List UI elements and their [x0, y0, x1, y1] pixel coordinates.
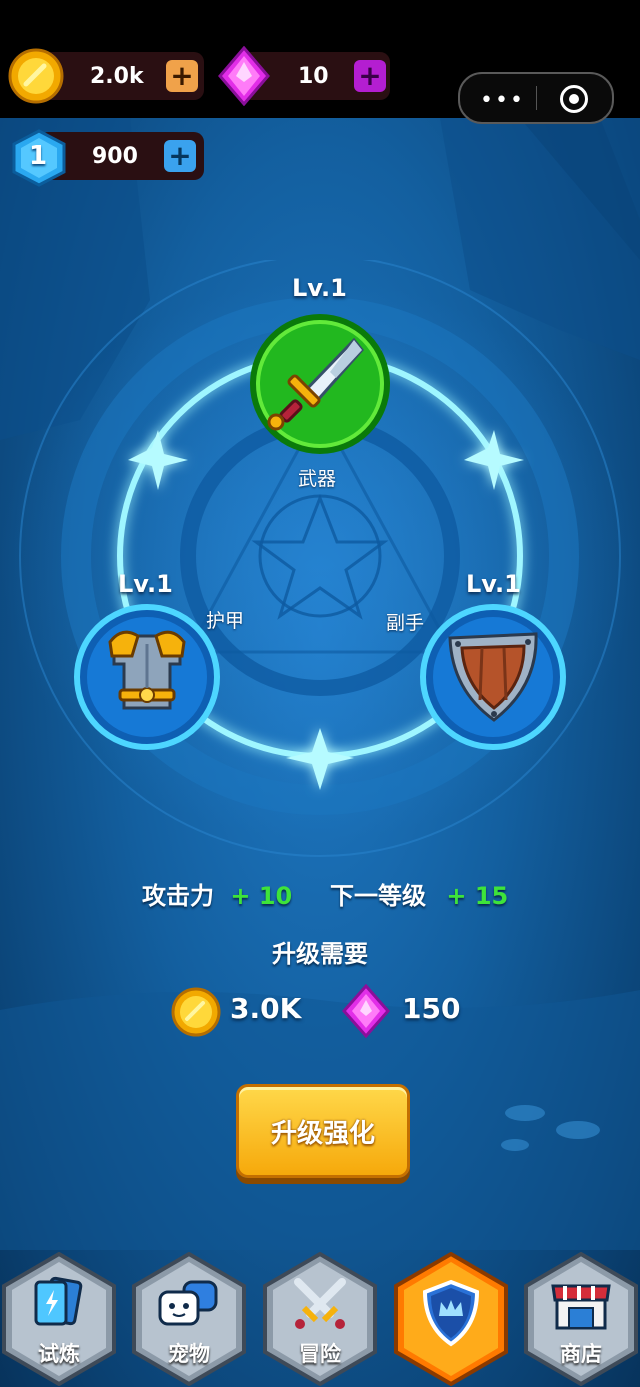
armor-slot[interactable] — [74, 604, 220, 750]
gem-cost: 150 — [402, 992, 461, 1025]
upgrade-requirement-label: 升级需要 — [272, 940, 368, 968]
armor-level: Lv.1 — [118, 570, 173, 598]
nav-adventure-label: 冒险 — [299, 1342, 341, 1366]
weapon-level: Lv.1 — [292, 274, 347, 302]
more-menu-button[interactable]: ••• — [480, 88, 525, 113]
crossed-swords-icon — [294, 1278, 346, 1329]
nav-shop[interactable]: 商店 — [522, 1252, 640, 1386]
offhand-slot[interactable] — [420, 604, 566, 750]
level-badge-number: 1 — [29, 141, 48, 171]
offhand-level: Lv.1 — [466, 570, 521, 598]
offhand-name: 副手 — [386, 612, 425, 634]
add-trophies-button[interactable]: + — [164, 140, 196, 172]
miniprogram-capsule: ••• — [458, 72, 614, 124]
upgrade-button[interactable]: 升级强化 — [236, 1084, 410, 1178]
nav-trial-label: 试炼 — [38, 1342, 80, 1366]
weapon-slot[interactable] — [246, 310, 394, 458]
nav-adventure[interactable]: 冒险 — [261, 1252, 379, 1386]
shop-icon — [551, 1284, 611, 1330]
gem-icon — [342, 984, 390, 1038]
add-gems-button[interactable]: + — [354, 60, 386, 92]
shield-crown-icon — [422, 1279, 480, 1347]
pet-icon — [158, 1280, 218, 1326]
nav-trial[interactable]: 试炼 — [0, 1252, 118, 1386]
next-level-label: 下一等级 — [330, 882, 426, 910]
nav-shop-label: 商店 — [560, 1342, 602, 1366]
armor-icon — [74, 604, 220, 750]
gold-coin-icon — [8, 48, 64, 104]
shield-icon — [420, 604, 566, 750]
attack-bonus: + 10 — [230, 882, 293, 910]
bottom-nav: 试炼 宠物 冒险 商店 — [0, 1248, 640, 1387]
gem-icon — [218, 46, 270, 106]
nav-pet[interactable]: 宠物 — [130, 1252, 248, 1386]
nav-equipment[interactable] — [392, 1252, 510, 1386]
trophy-value: 900 — [92, 143, 138, 169]
cards-icon — [34, 1276, 83, 1326]
gold-cost: 3.0K — [230, 992, 302, 1025]
upgrade-button-label: 升级强化 — [270, 1118, 375, 1149]
attack-stat: 攻击力 + 10 — [142, 876, 292, 911]
attack-label: 攻击力 — [142, 882, 214, 910]
sword-icon — [250, 314, 390, 454]
next-level-bonus: + 15 — [446, 882, 509, 910]
close-miniprogram-button[interactable] — [560, 85, 588, 113]
capsule-divider — [536, 86, 537, 110]
weapon-name: 武器 — [298, 468, 337, 490]
gold-value: 2.0k — [90, 63, 144, 89]
gold-coin-icon — [171, 987, 221, 1037]
nav-pet-label: 宠物 — [168, 1342, 210, 1366]
gem-value: 10 — [298, 63, 329, 89]
add-gold-button[interactable]: + — [166, 60, 198, 92]
next-level-stat: 下一等级 + 15 — [330, 876, 508, 911]
